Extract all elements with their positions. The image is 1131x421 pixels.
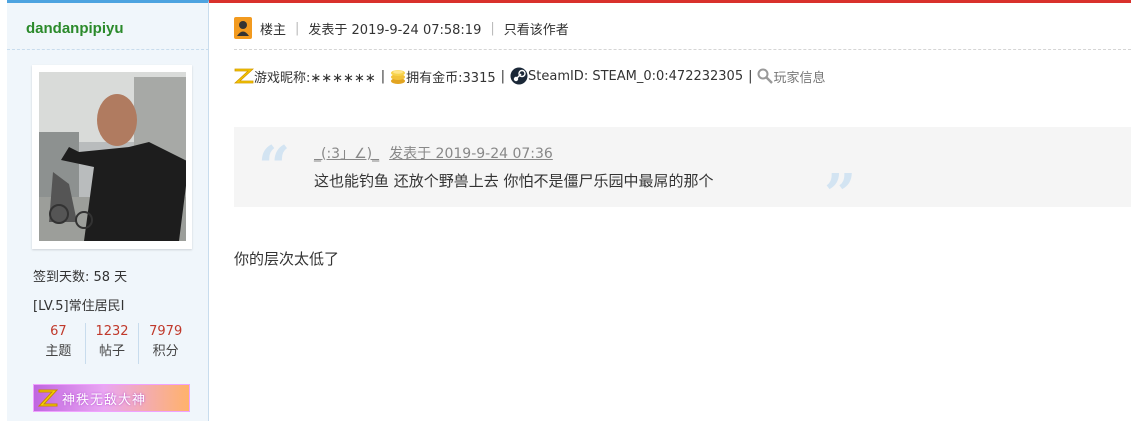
only-author-link[interactable]: 只看该作者 <box>504 19 569 38</box>
thread-owner-icon <box>234 17 252 39</box>
stat-label: 积分 <box>152 344 179 359</box>
post-time: 发表于 2019-9-24 07:58:19 <box>308 22 482 38</box>
post-content: 你的层次太低了 <box>234 250 340 268</box>
username-link[interactable]: dandanpipiyu <box>26 20 124 37</box>
search-icon <box>757 68 774 84</box>
quote-time: 发表于 2019-9-24 07:36 <box>389 146 553 162</box>
medal-label: 神秩无敌大神 <box>62 392 147 408</box>
player-info-bar: 游戏昵称:∗∗∗∗∗∗ | 拥有金币:3315 | SteamID: STEAM… <box>234 63 826 89</box>
steam-icon <box>510 67 528 85</box>
game-nickname: 游戏昵称:∗∗∗∗∗∗ <box>254 70 376 86</box>
separator: | <box>490 20 495 36</box>
quote-header[interactable]: _(:3」∠)_ 发表于 2019-9-24 07:36 <box>314 143 553 163</box>
coins-count: 拥有金币:3315 <box>406 70 496 86</box>
quote-author: _(:3」∠)_ <box>314 146 380 162</box>
stat-label: 主题 <box>45 344 72 359</box>
open-quote-icon: “ <box>258 134 291 200</box>
avatar[interactable] <box>32 65 192 249</box>
stat-posts[interactable]: 1232 帖子 <box>86 323 140 364</box>
stat-topics[interactable]: 67 主题 <box>32 323 86 364</box>
stat-label: 帖子 <box>99 344 126 359</box>
z-logo-icon <box>34 385 62 411</box>
separator: | <box>748 68 753 84</box>
user-level[interactable]: [LV.5]常住居民I <box>33 295 124 314</box>
stat-value: 7979 <box>149 324 183 339</box>
thread-owner-label: 楼主 <box>260 22 287 38</box>
close-quote-icon: ” <box>824 162 857 228</box>
stat-value: 67 <box>50 324 67 339</box>
medal-badge[interactable]: 神秩无敌大神 <box>33 384 190 412</box>
separator: | <box>380 68 386 84</box>
stat-value: 1232 <box>95 324 129 339</box>
post-top-border <box>209 0 1131 3</box>
quote-text: 这也能钓鱼 还放个野兽上去 你怕不是僵尸乐园中最屌的那个 <box>314 172 714 190</box>
user-sidebar: dandanpipiyu 签到天数: 58 天 [LV.5]常住居民I 67 主… <box>7 0 209 421</box>
separator: | <box>295 20 300 36</box>
z-logo-icon <box>234 68 254 84</box>
stat-points[interactable]: 7979 积分 <box>139 323 192 364</box>
coins-icon <box>391 70 406 84</box>
user-stats: 67 主题 1232 帖子 7979 积分 <box>32 323 192 364</box>
avatar-image <box>39 72 186 241</box>
player-info-link[interactable]: 玩家信息 <box>773 67 825 86</box>
separator: | <box>500 68 505 84</box>
steam-id: SteamID: STEAM_0:0:472232305 <box>528 68 744 84</box>
divider <box>234 49 1131 50</box>
post-header: 楼主 | 发表于 2019-9-24 07:58:19 | 只看该作者 <box>234 16 569 40</box>
sign-days: 签到天数: 58 天 <box>33 270 128 285</box>
divider <box>7 49 209 50</box>
quote-block: “ _(:3」∠)_ 发表于 2019-9-24 07:36 这也能钓鱼 还放个野… <box>234 127 1131 225</box>
